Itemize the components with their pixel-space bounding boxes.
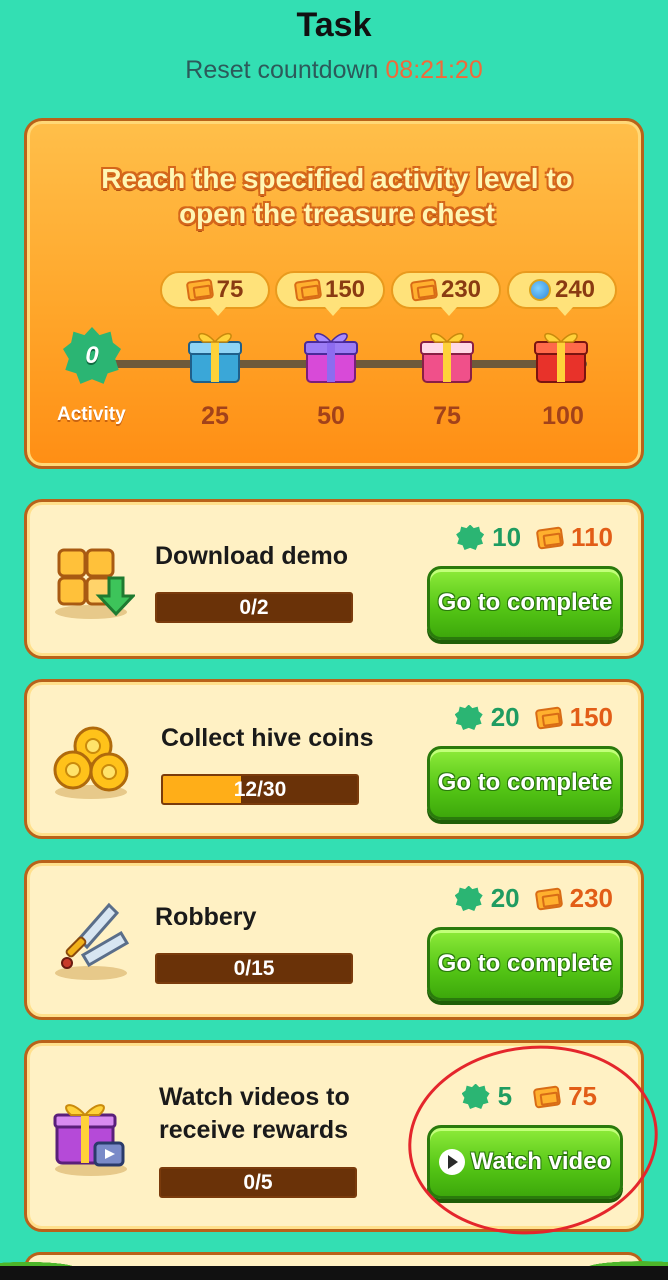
task-card: Download demo 0/2 10 110 Go to complete — [24, 499, 644, 659]
activity-badge: 0 — [63, 327, 121, 384]
reward-amount: 240 — [554, 276, 596, 303]
task-progress-text: 12/30 — [233, 777, 287, 801]
go-to-complete-button[interactable]: Go to complete — [427, 927, 623, 1001]
ticket-reward: 230 — [569, 883, 613, 913]
reward-bubble-1: 75 — [160, 271, 270, 316]
reward-bubble-2: 150 — [275, 271, 385, 316]
reward-bubble-4: 240 — [507, 271, 617, 316]
task-progress-text: 0/2 — [239, 595, 269, 619]
task-name: Watch videos to receive rewards — [159, 1083, 350, 1144]
chest-level: 100 — [542, 402, 584, 430]
activity-reward: 10 — [492, 522, 522, 552]
ticket-icon — [409, 278, 439, 302]
task-name: Robbery — [155, 903, 257, 931]
chest-level: 25 — [201, 402, 229, 430]
ticket-reward: 110 — [571, 522, 613, 552]
reset-countdown: Reset countdown 08:21:20 — [0, 56, 668, 85]
task-rewards: 20 230 — [454, 883, 613, 914]
coins-icon — [53, 726, 129, 799]
go-to-complete-button[interactable]: Go to complete — [427, 566, 623, 640]
button-label: Go to complete — [437, 769, 613, 796]
gift-chest-icon[interactable] — [531, 326, 591, 386]
gift-video-icon — [53, 1104, 127, 1176]
ticket-icon — [534, 886, 563, 911]
activity-value: 0 — [85, 342, 99, 369]
ticket-icon — [185, 278, 214, 302]
ticket-icon — [535, 525, 565, 550]
task-progress-bar: 12/30 — [161, 774, 359, 805]
gift-chest-icon[interactable] — [301, 326, 361, 386]
chest-panel: Reach the specified activity level to op… — [24, 118, 644, 469]
ticket-reward: 150 — [569, 702, 613, 732]
task-progress-bar: 0/15 — [155, 953, 353, 984]
task-progress-bar: 0/2 — [155, 592, 353, 623]
activity-label: Activity — [57, 404, 126, 425]
countdown-label: Reset countdown — [185, 56, 379, 84]
task-rewards: 10 110 — [456, 522, 613, 553]
download-icon — [55, 548, 135, 619]
pot-icon — [528, 279, 551, 301]
reward-bubble-3: 230 — [391, 271, 501, 316]
task-card: Collect hive coins 12/30 20 150 Go to co… — [24, 679, 644, 839]
ticket-icon — [293, 278, 323, 302]
task-progress-text: 0/15 — [233, 956, 275, 980]
bush-decoration — [0, 1188, 668, 1268]
gift-chest-icon[interactable] — [185, 326, 245, 386]
go-to-complete-button[interactable]: Go to complete — [427, 746, 623, 820]
reward-amount: 75 — [216, 276, 244, 303]
ticket-icon — [534, 705, 563, 730]
gift-chest-icon[interactable] — [417, 326, 477, 386]
activity-gem-icon — [456, 524, 485, 550]
activity-gem-icon — [454, 704, 483, 730]
chest-heading: Reach the specified activity level to op… — [101, 163, 573, 229]
page-title: Task — [296, 6, 372, 44]
countdown-time: 08:21:20 — [385, 56, 483, 84]
button-label: Go to complete — [437, 950, 613, 977]
activity-reward: 20 — [490, 883, 520, 913]
swords-icon — [55, 902, 130, 980]
activity-gem-icon — [454, 885, 483, 911]
reward-amount: 230 — [440, 276, 482, 303]
task-name: Download demo — [155, 542, 349, 570]
task-rewards: 20 150 — [454, 702, 613, 733]
activity-reward: 20 — [490, 702, 520, 732]
task-name: Collect hive coins — [161, 724, 374, 752]
task-card: Robbery 0/15 20 230 Go to complete — [24, 860, 644, 1020]
reward-amount: 150 — [324, 276, 366, 303]
chest-level: 75 — [433, 402, 461, 430]
system-nav-bar — [0, 1266, 668, 1280]
button-label: Go to complete — [437, 589, 613, 616]
chest-level: 50 — [317, 402, 345, 430]
